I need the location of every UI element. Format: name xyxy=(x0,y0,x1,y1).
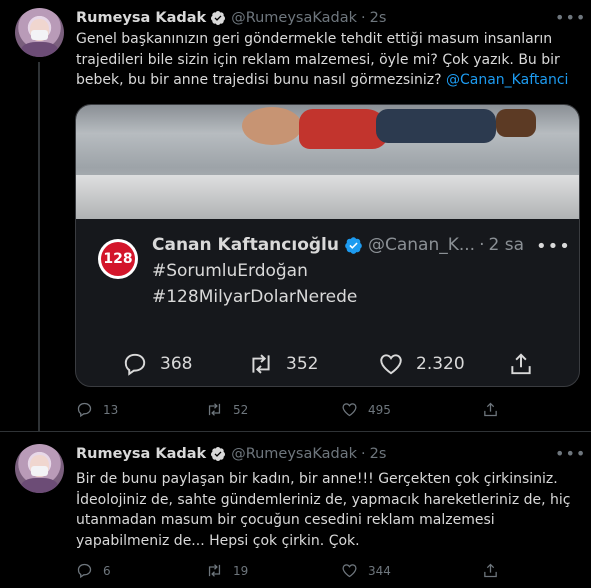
reply-count: 6 xyxy=(103,563,111,578)
tweet-2[interactable]: Rumeysa Kadak @RumeysaKadak · 2s ••• Bir… xyxy=(0,432,591,588)
reply-icon xyxy=(124,353,146,376)
more-dots-icon[interactable]: ••• xyxy=(555,445,585,463)
share-icon xyxy=(511,353,531,375)
heart-icon xyxy=(342,403,357,417)
thread-line xyxy=(38,62,40,431)
author-name[interactable]: Rumeysa Kadak xyxy=(76,10,206,26)
retweet-button[interactable]: 19 xyxy=(206,562,248,579)
like-count: 2.320 xyxy=(416,354,465,374)
share-button[interactable] xyxy=(508,351,546,377)
tweet-text: Bir de bunu paylaşan bir kadın, bir anne… xyxy=(76,471,571,550)
reply-count: 368 xyxy=(160,354,193,374)
quoted-action-bar: 368 352 2.320 xyxy=(76,349,579,379)
reply-icon xyxy=(77,402,92,418)
like-button[interactable]: 2.320 xyxy=(378,351,465,377)
reply-button[interactable]: 13 xyxy=(76,401,118,418)
mention-link[interactable]: @Canan_Kaftanci xyxy=(446,72,568,88)
quoted-timestamp[interactable]: 2 sa xyxy=(489,235,525,255)
tweet-1[interactable]: Rumeysa Kadak @RumeysaKadak · 2s ••• Gen… xyxy=(0,0,591,431)
share-icon xyxy=(484,402,497,417)
verified-badge-icon xyxy=(211,11,226,26)
like-count: 495 xyxy=(368,402,391,417)
author-name[interactable]: Rumeysa Kadak xyxy=(76,446,206,462)
timestamp[interactable]: 2s xyxy=(370,446,387,462)
tweet-text: Genel başkanınızın geri göndermekle tehd… xyxy=(76,29,576,91)
tweet-header: Rumeysa Kadak @RumeysaKadak · 2s xyxy=(76,8,386,28)
avatar[interactable] xyxy=(15,444,64,493)
author-handle[interactable]: @RumeysaKadak xyxy=(231,446,357,462)
timestamp[interactable]: 2s xyxy=(370,10,387,26)
quoted-header: Canan Kaftancıoğlu @Canan_K... · 2 sa xyxy=(152,235,524,255)
hashtag-link[interactable]: #128MilyarDolarNerede xyxy=(152,287,357,307)
like-button[interactable]: 344 xyxy=(341,562,391,579)
verified-badge-icon xyxy=(345,236,362,254)
more-dots-icon[interactable]: ••• xyxy=(555,9,585,27)
avatar[interactable] xyxy=(15,8,64,57)
tweet-header: Rumeysa Kadak @RumeysaKadak · 2s xyxy=(76,444,386,464)
action-bar: 13 52 495 xyxy=(0,401,591,421)
reply-button[interactable]: 6 xyxy=(76,562,111,579)
quoted-avatar[interactable]: 128 xyxy=(98,239,138,279)
retweet-count: 19 xyxy=(233,563,249,578)
more-dots-icon[interactable]: ••• xyxy=(536,236,571,257)
share-icon xyxy=(484,563,497,578)
quoted-avatar-text: 128 xyxy=(101,242,135,276)
heart-icon xyxy=(342,564,357,578)
author-handle[interactable]: @RumeysaKadak xyxy=(231,10,357,26)
share-button[interactable] xyxy=(482,401,509,418)
separator-dot: · xyxy=(479,235,485,255)
retweet-button[interactable]: 52 xyxy=(206,401,248,418)
quoted-photo[interactable] xyxy=(76,105,579,219)
reply-icon xyxy=(77,563,92,579)
retweet-icon xyxy=(208,403,221,416)
share-button[interactable] xyxy=(482,562,509,579)
retweet-icon xyxy=(208,564,221,577)
heart-icon xyxy=(380,354,402,375)
retweet-icon xyxy=(252,354,270,374)
quoted-tweet[interactable]: 128 Canan Kaftancıoğlu @Canan_K... · 2 s… xyxy=(75,104,580,387)
action-bar: 6 19 344 xyxy=(0,562,591,582)
like-button[interactable]: 495 xyxy=(341,401,391,418)
reply-count: 13 xyxy=(103,402,119,417)
quoted-author-handle[interactable]: @Canan_K... xyxy=(368,235,475,255)
verified-badge-icon xyxy=(211,447,226,462)
separator-dot: · xyxy=(361,446,366,462)
quoted-author-name[interactable]: Canan Kaftancıoğlu xyxy=(152,235,339,255)
retweet-count: 352 xyxy=(286,354,319,374)
hashtag-link[interactable]: #SorumluErdoğan xyxy=(152,261,308,281)
reply-button[interactable]: 368 xyxy=(122,351,192,377)
like-count: 344 xyxy=(368,563,391,578)
retweet-count: 52 xyxy=(233,402,249,417)
separator-dot: · xyxy=(361,10,366,26)
retweet-button[interactable]: 352 xyxy=(248,351,318,377)
